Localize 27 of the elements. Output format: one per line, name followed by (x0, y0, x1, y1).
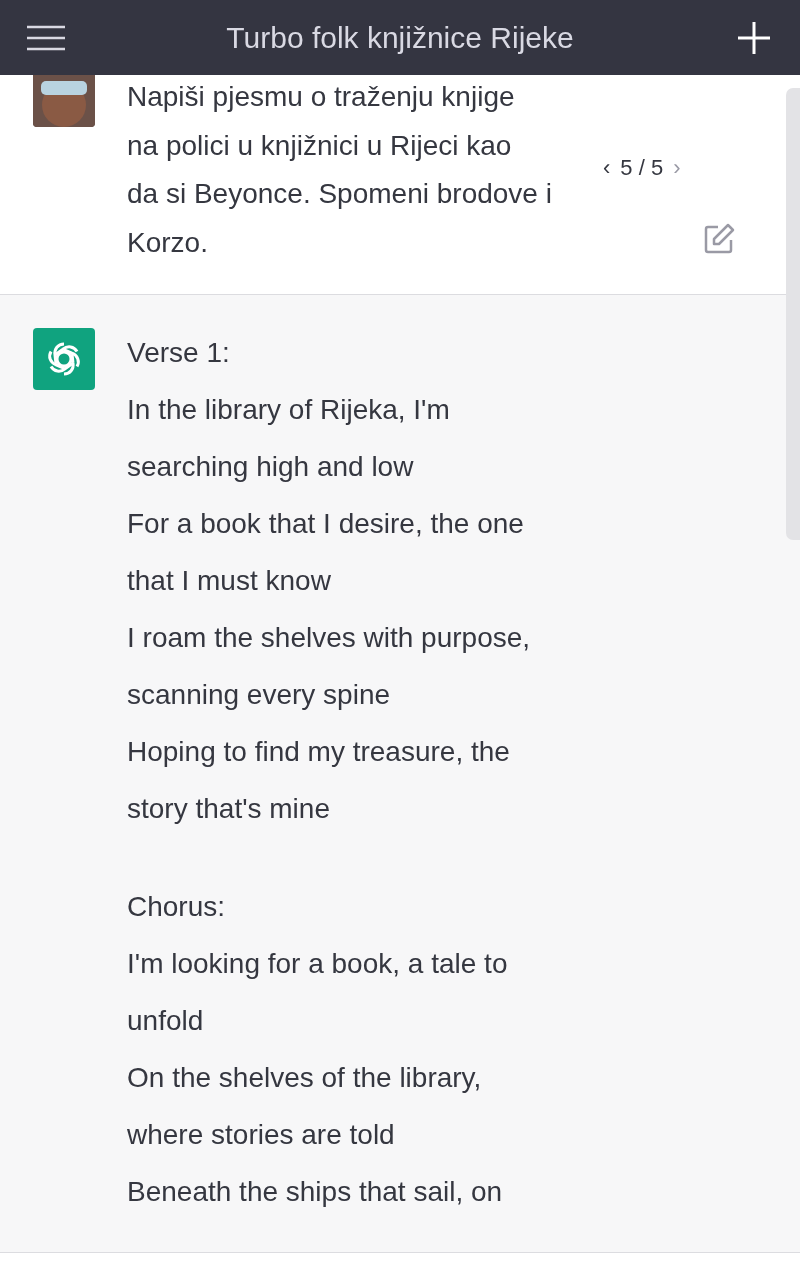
message-text: da si Beyonce. Spomeni brodove i (127, 177, 552, 211)
message-text: I roam the shelves with purpose, (127, 621, 531, 655)
previous-button[interactable]: ‹ (603, 155, 611, 181)
page-count: 5 / 5 (620, 155, 664, 181)
message-text: Beneath the ships that sail, on (127, 1175, 504, 1209)
message-text: Chorus: (127, 890, 227, 924)
chat-title: Turbo folk knjižnice Rijeke (226, 20, 574, 55)
message-text: where stories are told (127, 1118, 396, 1152)
edit-icon[interactable] (703, 223, 735, 255)
message-text: For a book that I desire, the one (127, 507, 525, 541)
message-text: Hoping to find my treasure, the (127, 735, 511, 769)
scrollbar[interactable] (786, 88, 800, 540)
message-text: story that's mine (127, 792, 331, 826)
message-text: I'm looking for a book, a tale to (127, 947, 509, 981)
menu-icon (26, 24, 66, 51)
message-text: Korzo. (127, 225, 209, 260)
message-text: Verse 1: (127, 336, 231, 370)
message-text: On the shelves of the library, (127, 1061, 483, 1095)
message-text: unfold (127, 1004, 205, 1038)
message-text: scanning every spine (127, 678, 392, 712)
message-text: Napiši pjesmu o traženju knjige (127, 80, 516, 114)
message-text: na polici u knjižnici u Rijeci kao (127, 128, 513, 163)
plus-icon (737, 20, 771, 55)
message-text: In the library of Rijeka, I'm (127, 393, 451, 427)
message-text: searching high and low (127, 450, 415, 484)
avatar (33, 75, 95, 127)
message-text: that I must know (127, 564, 332, 598)
